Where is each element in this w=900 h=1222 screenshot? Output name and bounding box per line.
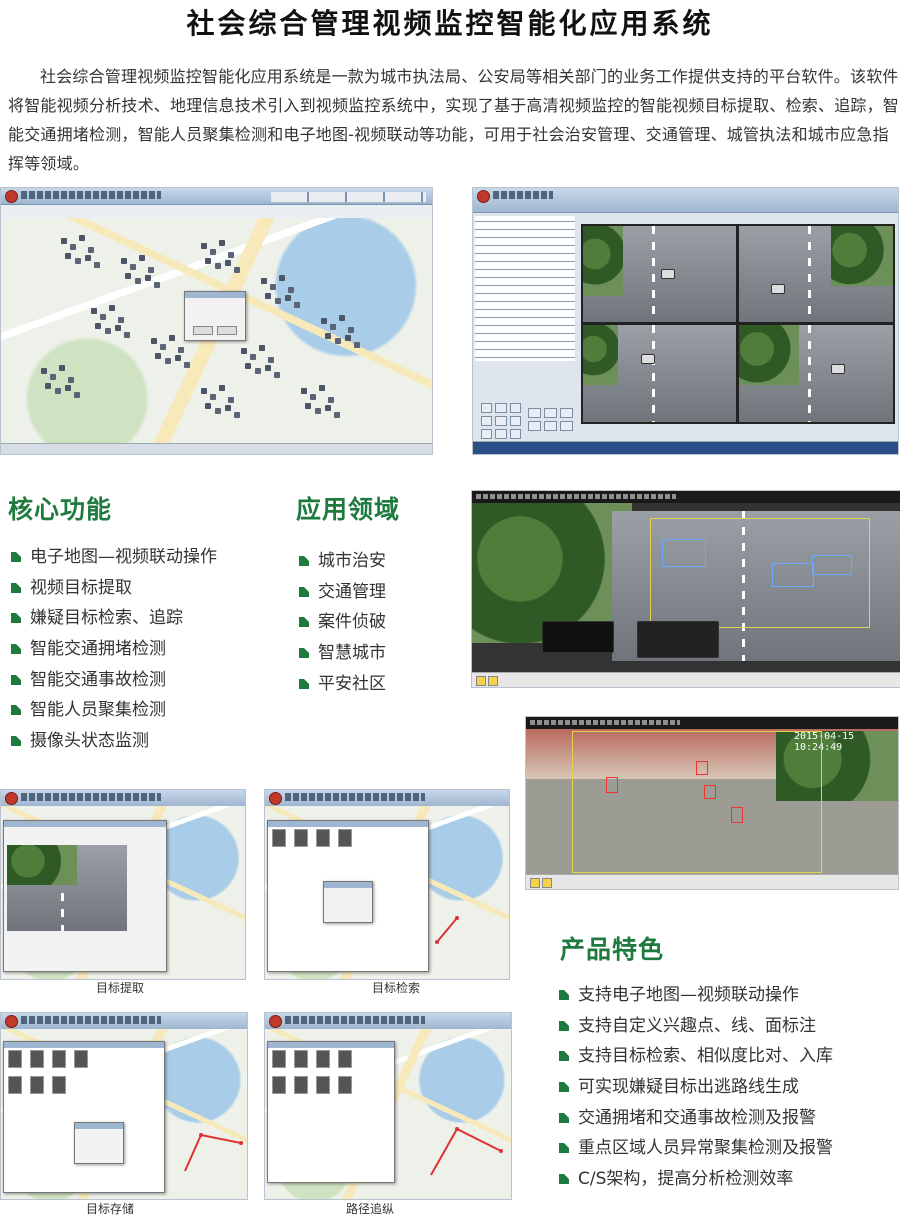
route-tracking-screenshot — [264, 1012, 512, 1200]
intro-paragraph: 社会综合管理视频监控智能化应用系统是一款为城市执法局、公安局等相关部门的业务工作… — [8, 67, 900, 173]
bullet-icon — [299, 678, 309, 689]
list-item: C/S架构，提高分析检测效率 — [556, 1168, 833, 1199]
police-badge-icon — [5, 190, 18, 203]
login-dialog — [184, 291, 246, 341]
list-item: 案件侦破 — [296, 611, 386, 642]
bullet-icon — [299, 586, 309, 597]
caption-target-store: 目标存储 — [85, 1202, 134, 1216]
bullet-icon — [559, 1174, 569, 1185]
city-map — [1, 218, 432, 444]
page-title: 社会综合管理视频监控智能化应用系统 — [186, 7, 714, 40]
detection-region — [572, 731, 822, 873]
list-item: 重点区域人员异常聚集检测及报警 — [556, 1137, 833, 1168]
caption-route-tracking: 路径追纵 — [345, 1202, 394, 1216]
video-wall-screenshot — [472, 187, 899, 455]
map-screenshot — [0, 187, 433, 455]
list-item: 电子地图—视频联动操作 — [8, 546, 217, 577]
list-item: 智能交通拥堵检测 — [8, 638, 217, 669]
core-functions-list: 电子地图—视频联动操作 视频目标提取 嫌疑目标检索、追踪 智能交通拥堵检测 智能… — [8, 546, 217, 761]
bullet-icon — [559, 1020, 569, 1031]
list-item: 智慧城市 — [296, 642, 386, 673]
list-item: 交通拥堵和交通事故检测及报警 — [556, 1107, 833, 1138]
ptz-controls — [481, 403, 521, 439]
features-heading: 产品特色 — [560, 935, 665, 964]
applications-heading: 应用领域 — [296, 495, 401, 524]
bullet-icon — [559, 1112, 569, 1123]
toolbar-tabs — [271, 192, 426, 202]
list-item: 平安社区 — [296, 673, 386, 704]
bullet-icon — [11, 674, 21, 685]
list-item: 城市治安 — [296, 550, 386, 581]
camera-tree — [475, 216, 575, 361]
bullet-icon — [559, 1051, 569, 1062]
list-item: 支持自定义兴趣点、线、面标注 — [556, 1015, 833, 1046]
target-extract-screenshot — [0, 789, 246, 980]
list-item: 支持电子地图—视频联动操作 — [556, 984, 833, 1015]
core-functions-heading: 核心功能 — [8, 495, 113, 524]
traffic-detection-screenshot — [471, 490, 900, 688]
features-list: 支持电子地图—视频联动操作 支持自定义兴趣点、线、面标注 支持目标检索、相似度比… — [556, 984, 833, 1199]
target-search-screenshot — [264, 789, 510, 980]
bullet-icon — [11, 736, 21, 747]
route-line — [435, 916, 459, 944]
route-line — [430, 1127, 503, 1176]
bullet-icon — [559, 1082, 569, 1093]
list-item: 智能交通事故检测 — [8, 669, 217, 700]
target-store-screenshot — [0, 1012, 248, 1200]
bullet-icon — [559, 990, 569, 1000]
bullet-icon — [299, 556, 309, 566]
video-grid — [581, 224, 895, 424]
caption-target-extract: 目标提取 — [95, 981, 144, 995]
applications-list: 城市治安 交通管理 案件侦破 智慧城市 平安社区 — [296, 550, 386, 703]
list-item: 嫌疑目标检索、追踪 — [8, 607, 217, 638]
list-item: 交通管理 — [296, 581, 386, 612]
bullet-icon — [299, 648, 309, 659]
route-line — [184, 1133, 243, 1172]
list-item: 支持目标检索、相似度比对、入库 — [556, 1045, 833, 1076]
crowd-detection-screenshot: 2015-04-15 10:24:49 — [525, 716, 899, 890]
list-item: 智能人员聚集检测 — [8, 699, 217, 730]
preset-controls — [528, 408, 573, 431]
list-item: 可实现嫌疑目标出逃路线生成 — [556, 1076, 833, 1107]
list-item: 视频目标提取 — [8, 577, 217, 608]
bullet-icon — [11, 582, 21, 593]
bullet-icon — [11, 705, 21, 716]
list-item: 摄像头状态监测 — [8, 730, 217, 761]
bullet-icon — [11, 644, 21, 655]
bullet-icon — [11, 552, 21, 562]
bullet-icon — [299, 617, 309, 628]
bullet-icon — [11, 613, 21, 624]
caption-target-search: 目标检索 — [371, 981, 420, 995]
bullet-icon — [559, 1143, 569, 1154]
